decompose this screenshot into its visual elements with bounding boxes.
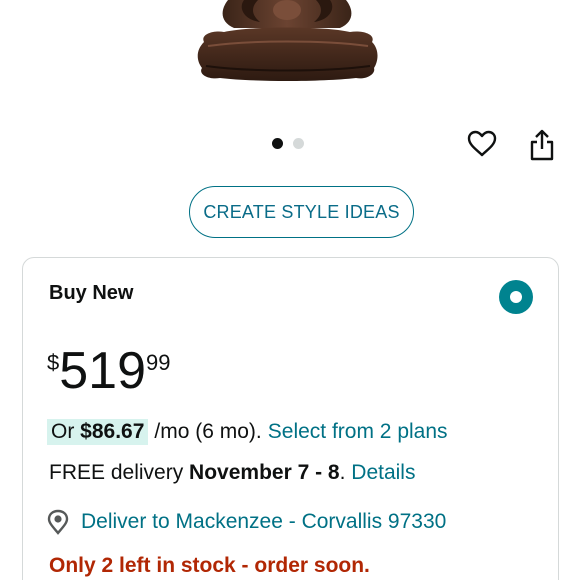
product-page: CREATE STYLE IDEAS Buy New $ 519 99 Or $… bbox=[0, 0, 580, 580]
stock-warning: Only 2 left in stock - order soon. bbox=[49, 554, 370, 577]
price-fraction: 99 bbox=[146, 350, 171, 375]
delivery-date: November 7 - 8 bbox=[189, 461, 340, 484]
monthly-payment: Or $86.67 /mo (6 mo). Select from 2 plan… bbox=[47, 419, 448, 445]
share-icon[interactable] bbox=[524, 126, 560, 164]
deliver-to-location[interactable]: Deliver to Mackenzee - Corvallis 97330 bbox=[47, 509, 446, 535]
lamp-base-image bbox=[197, 0, 378, 81]
delivery-info: FREE delivery November 7 - 8. Details bbox=[49, 461, 415, 485]
price-whole: 519 bbox=[59, 342, 147, 400]
delivery-suffix: . bbox=[339, 461, 352, 484]
location-pin-icon bbox=[47, 509, 71, 535]
delivery-prefix: FREE delivery bbox=[49, 461, 190, 484]
price: $ 519 99 bbox=[47, 342, 171, 400]
product-image[interactable] bbox=[0, 0, 580, 120]
create-style-ideas-button[interactable]: CREATE STYLE IDEAS bbox=[189, 186, 414, 238]
buy-new-box[interactable]: Buy New $ 519 99 Or $86.67 /mo (6 mo). S… bbox=[22, 257, 559, 580]
buy-new-radio-selected[interactable] bbox=[499, 280, 533, 314]
monthly-amount: $86.67 bbox=[80, 420, 145, 443]
carousel-dot[interactable] bbox=[293, 138, 304, 149]
delivery-details-link[interactable]: Details bbox=[351, 461, 415, 484]
monthly-prefix: Or bbox=[51, 420, 81, 443]
price-symbol: $ bbox=[47, 350, 60, 375]
buy-new-title: Buy New bbox=[49, 282, 134, 304]
heart-icon[interactable] bbox=[464, 126, 500, 162]
deliver-to-text: Deliver to Mackenzee - Corvallis 97330 bbox=[81, 510, 447, 533]
select-plans-link[interactable]: Select from 2 plans bbox=[268, 420, 448, 444]
monthly-term: /mo (6 mo). bbox=[154, 420, 262, 443]
radio-dot bbox=[510, 291, 522, 303]
carousel-dot-active[interactable] bbox=[272, 138, 283, 149]
create-style-ideas-label: CREATE STYLE IDEAS bbox=[203, 201, 400, 222]
image-carousel-dots[interactable] bbox=[272, 138, 304, 149]
monthly-highlight: Or $86.67 bbox=[47, 419, 149, 445]
